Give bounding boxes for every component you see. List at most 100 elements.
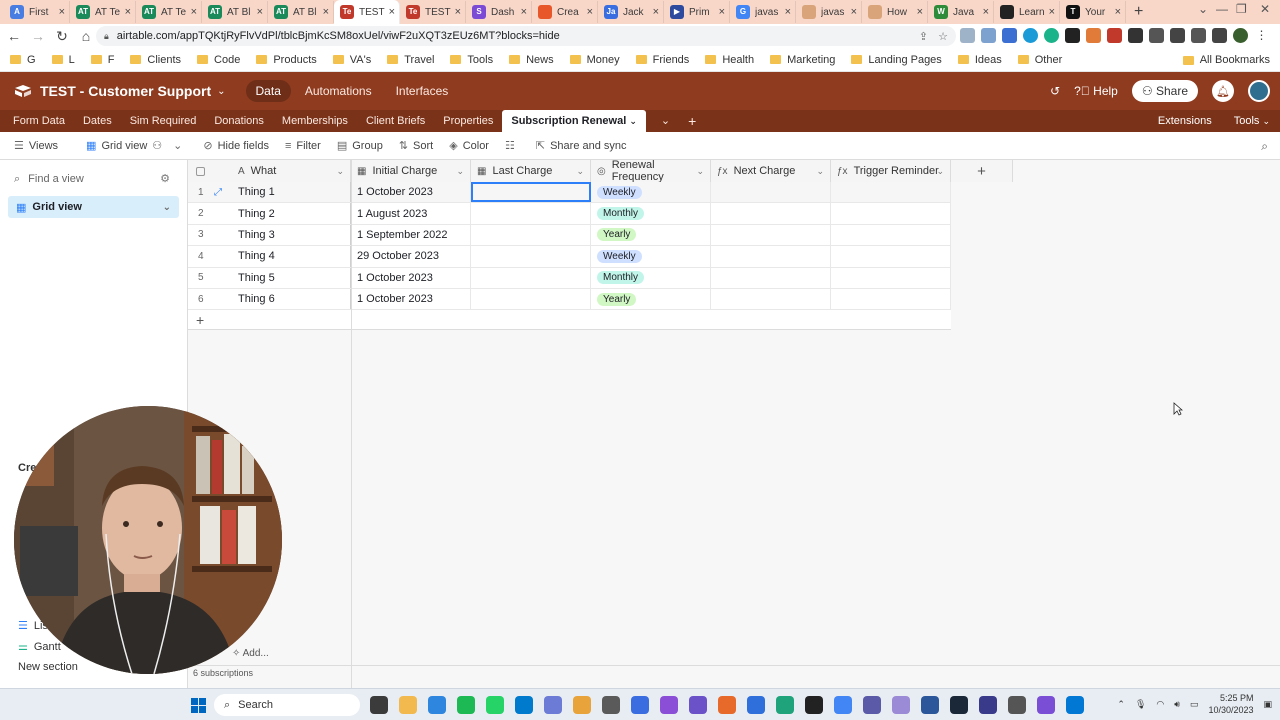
bookmark-folder[interactable]: F: [90, 54, 114, 66]
cell-trigger-reminder[interactable]: [831, 182, 951, 203]
group-button[interactable]: ▤ Group: [337, 139, 383, 153]
taskbar-app-icon[interactable]: [718, 696, 736, 714]
close-tab-icon[interactable]: ×: [389, 6, 395, 18]
cell-what[interactable]: Thing 4: [232, 246, 351, 267]
table-tab-sim-required[interactable]: Sim Required: [121, 110, 206, 132]
close-window-icon[interactable]: ✕: [1260, 2, 1270, 16]
cell-next-charge[interactable]: [711, 246, 831, 267]
row-number[interactable]: 4: [188, 246, 232, 266]
table-tab-client-briefs[interactable]: Client Briefs: [357, 110, 434, 132]
puzzle-icon[interactable]: [1170, 28, 1185, 43]
table-tab-form-data[interactable]: Form Data: [0, 110, 74, 132]
taskbar-app-icon[interactable]: [544, 696, 562, 714]
bookmark-folder[interactable]: Tools: [450, 54, 493, 66]
close-tab-icon[interactable]: ×: [917, 6, 923, 18]
close-tab-icon[interactable]: ×: [785, 6, 791, 18]
select-all-checkbox[interactable]: [188, 160, 232, 182]
expand-record-icon[interactable]: ⤢: [214, 187, 222, 198]
chevron-down-icon[interactable]: ⌄: [576, 166, 584, 177]
new-tab-icon[interactable]: +: [1134, 3, 1143, 21]
cell-last-charge[interactable]: [471, 203, 591, 224]
browser-tab[interactable]: T Your ×: [1060, 1, 1126, 23]
close-tab-icon[interactable]: ×: [257, 6, 263, 18]
share-button[interactable]: ⚇ Share: [1131, 80, 1198, 102]
cell-initial-charge[interactable]: 1 September 2022: [351, 224, 471, 246]
cell-what[interactable]: Thing 5: [232, 267, 351, 288]
chevron-down-icon[interactable]: ⌄: [696, 166, 704, 177]
add-row-button[interactable]: +: [188, 310, 951, 331]
table-row[interactable]: 4 Thing 4 29 October 2023 Weekly: [188, 246, 951, 268]
cell-renewal-frequency[interactable]: Weekly: [591, 182, 711, 203]
table-tab-properties[interactable]: Properties: [434, 110, 502, 132]
taskbar-app-icon[interactable]: [1008, 696, 1026, 714]
close-tab-icon[interactable]: ×: [1049, 6, 1055, 18]
cell-renewal-frequency[interactable]: Weekly: [591, 246, 711, 267]
hide-fields-button[interactable]: ⊘ Hide fields: [203, 139, 269, 153]
taskbar-app-icon[interactable]: [689, 696, 707, 714]
color-button[interactable]: ◈ Color: [449, 139, 489, 153]
bookmark-folder[interactable]: Travel: [387, 54, 434, 66]
extension-icon[interactable]: [1044, 28, 1059, 43]
taskbar-app-icon[interactable]: [950, 696, 968, 714]
extension-icon[interactable]: [1002, 28, 1017, 43]
cell-trigger-reminder[interactable]: [831, 246, 951, 267]
volume-icon[interactable]: 🔊︎: [1174, 699, 1180, 710]
url-input[interactable]: 🔒︎ airtable.com/appTQKtjRyFlvVdPl/tblcBj…: [96, 26, 956, 46]
extension-icon[interactable]: [1149, 28, 1164, 43]
forward-icon[interactable]: →: [28, 28, 48, 44]
bookmark-star-icon[interactable]: ☆: [938, 30, 948, 43]
browser-tab[interactable]: How ×: [862, 1, 928, 23]
add-field-button[interactable]: +: [951, 160, 1013, 182]
bookmark-folder[interactable]: L: [51, 54, 75, 66]
cell-last-charge[interactable]: [471, 288, 591, 310]
bookmark-folder[interactable]: Products: [256, 54, 317, 66]
row-number[interactable]: 6: [188, 289, 232, 309]
cell-what[interactable]: Thing 2: [232, 203, 351, 224]
taskbar-app-icon[interactable]: [428, 696, 446, 714]
table-row[interactable]: 2 Thing 2 1 August 2023 Monthly: [188, 203, 951, 225]
cell-trigger-reminder[interactable]: [831, 267, 951, 288]
nav-interfaces[interactable]: Interfaces: [386, 80, 459, 102]
browser-tab[interactable]: Crea ×: [532, 1, 598, 23]
taskbar-app-icon[interactable]: [921, 696, 939, 714]
notification-icon[interactable]: ▣: [1263, 699, 1272, 710]
cell-next-charge[interactable]: [711, 288, 831, 310]
bookmark-folder[interactable]: Money: [569, 54, 620, 66]
reading-list-icon[interactable]: [1191, 28, 1206, 43]
table-tab-donations[interactable]: Donations: [205, 110, 273, 132]
cell-renewal-frequency[interactable]: Monthly: [591, 267, 711, 288]
add-record-button[interactable]: ✧ Add...: [232, 648, 269, 659]
bookmark-folder[interactable]: Landing Pages: [851, 54, 942, 66]
view-switcher-button[interactable]: ▦ Grid view ⚇ ⌄: [86, 139, 187, 153]
extension-icon[interactable]: [960, 28, 975, 43]
share-page-icon[interactable]: ⇪: [919, 30, 928, 43]
base-title[interactable]: TEST - Customer Support: [40, 83, 211, 99]
row-number[interactable]: 5: [188, 268, 232, 288]
bookmark-folder[interactable]: Marketing: [770, 54, 835, 66]
tools-button[interactable]: Tools ⌄: [1234, 115, 1270, 127]
close-tab-icon[interactable]: ×: [521, 6, 527, 18]
filter-button[interactable]: ≡ Filter: [285, 140, 321, 152]
row-number[interactable]: 2: [188, 203, 232, 223]
table-tab-memberships[interactable]: Memberships: [273, 110, 357, 132]
nav-automations[interactable]: Automations: [295, 80, 382, 102]
extension-icon[interactable]: [1128, 28, 1143, 43]
column-header-last-charge[interactable]: ▦ Last Charge ⌄: [471, 160, 591, 182]
taskbar-app-icon[interactable]: [892, 696, 910, 714]
cell-last-charge[interactable]: [471, 224, 591, 246]
browser-tab[interactable]: Gjavas ×: [730, 1, 796, 23]
cell-initial-charge[interactable]: 29 October 2023: [351, 246, 471, 267]
search-icon[interactable]: ⌕: [1261, 139, 1268, 154]
bookmark-folder[interactable]: News: [509, 54, 554, 66]
row-height-icon[interactable]: ☷: [505, 139, 520, 152]
taskbar-app-icon[interactable]: [573, 696, 591, 714]
sort-button[interactable]: ⇅ Sort: [399, 139, 433, 153]
table-tab-subscription-renewal[interactable]: Subscription Renewal ⌄: [502, 110, 646, 132]
new-section-button[interactable]: New section: [18, 661, 78, 673]
browser-tab[interactable]: AT AT Te ×: [70, 1, 136, 23]
cell-trigger-reminder[interactable]: [831, 288, 951, 310]
views-toggle-button[interactable]: ☰ Views: [14, 139, 58, 153]
taskbar-app-icon[interactable]: [1066, 696, 1084, 714]
cell-renewal-frequency[interactable]: Yearly: [591, 288, 711, 310]
taskbar-app-icon[interactable]: [747, 696, 765, 714]
